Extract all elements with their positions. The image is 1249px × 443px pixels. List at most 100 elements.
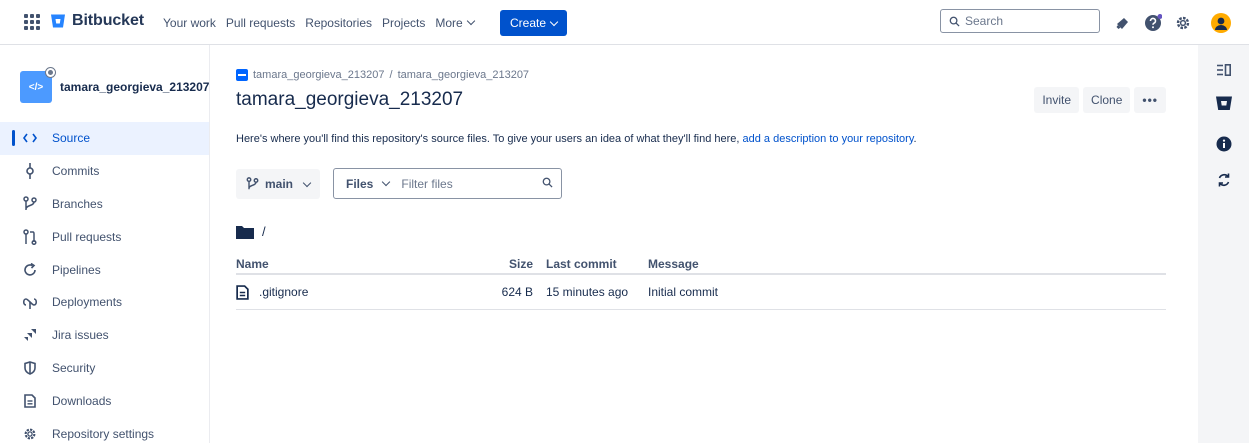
more-actions-button[interactable]: ••• bbox=[1134, 87, 1166, 113]
chevron-down-icon bbox=[466, 16, 475, 26]
toggle-sidebar-button[interactable] bbox=[1215, 61, 1233, 79]
primary-nav: Your work Pull requests Repositories Pro… bbox=[158, 0, 479, 45]
sidebar-nav: Source Commits Branches Pull requests Pi… bbox=[0, 122, 209, 443]
file-filter: Files bbox=[333, 168, 562, 199]
commit-icon bbox=[22, 163, 38, 180]
nav-your-work[interactable]: Your work bbox=[158, 0, 221, 45]
repo-info-button[interactable] bbox=[1215, 135, 1233, 153]
product-name: Bitbucket bbox=[72, 12, 144, 29]
table-row[interactable]: .gitignore 624 B 15 minutes ago Initial … bbox=[236, 275, 1166, 310]
sidebar-item-repository-settings[interactable]: Repository settings bbox=[0, 417, 209, 443]
header-message: Message bbox=[648, 256, 699, 271]
file-link[interactable]: .gitignore bbox=[259, 285, 308, 299]
repo-actions: Invite Clone ••• bbox=[1034, 87, 1166, 113]
header-last-commit: Last commit bbox=[546, 256, 617, 271]
profile-avatar[interactable] bbox=[1211, 13, 1231, 33]
pipelines-icon bbox=[22, 262, 38, 278]
nav-more-dropdown[interactable]: More bbox=[430, 0, 478, 45]
jira-icon bbox=[22, 327, 38, 343]
nav-repositories[interactable]: Repositories bbox=[300, 0, 377, 45]
gear-icon bbox=[1176, 16, 1190, 30]
last-commit-cell: 15 minutes ago bbox=[546, 285, 629, 299]
clone-button[interactable]: Clone bbox=[1083, 87, 1131, 113]
nav-pull-requests[interactable]: Pull requests bbox=[221, 0, 300, 45]
nav-more-label: More bbox=[435, 15, 463, 30]
settings-button[interactable] bbox=[1173, 13, 1193, 33]
header-size: Size bbox=[508, 256, 533, 271]
sync-button[interactable] bbox=[1215, 171, 1233, 189]
notifications-button[interactable] bbox=[1113, 13, 1133, 33]
sidebar-item-label: Pipelines bbox=[52, 262, 101, 277]
info-icon bbox=[1216, 136, 1232, 152]
sidebar-item-jira-issues[interactable]: Jira issues bbox=[0, 319, 209, 352]
sidebar-item-branches[interactable]: Branches bbox=[0, 188, 209, 221]
right-rail bbox=[1198, 45, 1249, 443]
files-dropdown[interactable]: Files bbox=[334, 169, 401, 198]
help-button[interactable] bbox=[1143, 13, 1163, 33]
search-box[interactable] bbox=[940, 9, 1100, 33]
create-button[interactable]: Create bbox=[500, 10, 568, 36]
branch-icon bbox=[246, 177, 259, 190]
sidebar-item-deployments[interactable]: Deployments bbox=[0, 286, 209, 319]
chevron-down-icon bbox=[302, 178, 312, 187]
pull-request-icon bbox=[22, 229, 38, 245]
sidebar-item-label: Jira issues bbox=[52, 328, 109, 343]
code-icon bbox=[22, 130, 38, 146]
invite-button[interactable]: Invite bbox=[1034, 87, 1080, 113]
file-icon bbox=[236, 284, 249, 300]
filter-files-input[interactable] bbox=[401, 176, 522, 191]
bitbucket-panel-button[interactable] bbox=[1215, 94, 1233, 112]
sidebar-item-label: Deployments bbox=[52, 295, 123, 310]
search-icon bbox=[949, 16, 960, 27]
file-table: Name Size Last commit Message .gitignore… bbox=[236, 254, 1166, 310]
file-name-cell: .gitignore bbox=[236, 284, 485, 300]
current-path: / bbox=[236, 224, 266, 239]
breadcrumb-workspace[interactable]: tamara_georgieva_213207 bbox=[253, 69, 385, 81]
sidebar-item-security[interactable]: Security bbox=[0, 352, 209, 385]
repo-avatar: </> bbox=[20, 67, 56, 103]
file-size-cell: 624 B bbox=[501, 285, 533, 299]
refresh-icon bbox=[1218, 173, 1230, 187]
description-end: . bbox=[913, 133, 917, 145]
description-text: Here's where you'll find this repository… bbox=[236, 133, 743, 145]
sidebar-item-pull-requests[interactable]: Pull requests bbox=[0, 220, 209, 253]
add-description-link[interactable]: add a description to your repository bbox=[743, 133, 914, 145]
folder-icon bbox=[236, 225, 254, 239]
repo-description: Here's where you'll find this repository… bbox=[236, 133, 917, 145]
repo-header[interactable]: </> tamara_georgieva_213207 bbox=[20, 67, 209, 103]
chevron-down-icon bbox=[549, 17, 559, 26]
app-switcher-icon[interactable] bbox=[24, 14, 40, 30]
breadcrumb-repo[interactable]: tamara_georgieva_213207 bbox=[398, 69, 530, 81]
sidebar-item-label: Source bbox=[52, 131, 91, 146]
top-navigation: Bitbucket Your work Pull requests Reposi… bbox=[0, 0, 1249, 45]
shield-icon bbox=[22, 360, 38, 376]
code-icon: </> bbox=[28, 81, 44, 93]
path-text[interactable]: / bbox=[262, 224, 266, 239]
branch-selector[interactable]: main bbox=[236, 169, 321, 199]
bitbucket-logo-icon bbox=[51, 14, 65, 28]
files-dropdown-label: Files bbox=[346, 176, 374, 191]
message-cell: Initial commit bbox=[648, 285, 719, 299]
breadcrumb-separator: / bbox=[389, 69, 393, 81]
table-header: Name Size Last commit Message bbox=[236, 254, 1166, 275]
sidebar-item-label: Repository settings bbox=[52, 426, 155, 441]
bucket-icon bbox=[1216, 96, 1232, 110]
sidebar-item-label: Branches bbox=[52, 196, 103, 211]
bitbucket-logo[interactable]: Bitbucket bbox=[50, 12, 144, 30]
sidebar-item-label: Downloads bbox=[52, 393, 112, 408]
sidebar-item-pipelines[interactable]: Pipelines bbox=[0, 253, 209, 286]
sidebar-item-downloads[interactable]: Downloads bbox=[0, 384, 209, 417]
sidebar-item-label: Security bbox=[52, 360, 96, 375]
sidebar-item-source[interactable]: Source bbox=[0, 122, 209, 155]
nav-projects[interactable]: Projects bbox=[377, 0, 430, 45]
header-name: Name bbox=[236, 256, 269, 271]
chevron-down-icon bbox=[382, 177, 391, 187]
user-avatar-icon bbox=[1211, 13, 1231, 33]
sidebar-item-commits[interactable]: Commits bbox=[0, 155, 209, 188]
breadcrumb: tamara_georgieva_213207 / tamara_georgie… bbox=[236, 69, 529, 81]
megaphone-icon bbox=[1116, 18, 1128, 29]
private-lock-icon bbox=[45, 67, 56, 78]
help-icon bbox=[1145, 14, 1162, 31]
search-icon bbox=[542, 177, 553, 188]
search-input[interactable] bbox=[965, 14, 1085, 28]
